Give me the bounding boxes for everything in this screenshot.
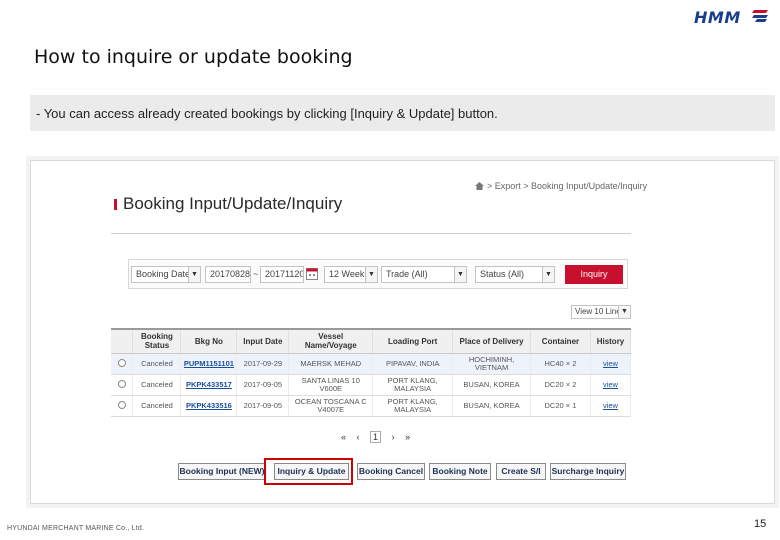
loading-port-cell: PIPAVAV, INDIA xyxy=(372,353,454,375)
prev-page-button[interactable]: ‹ xyxy=(357,432,360,442)
current-page-number[interactable]: 1 xyxy=(370,431,382,443)
chevron-down-icon: ▼ xyxy=(454,267,466,282)
hmm-logo: HMM xyxy=(692,5,772,27)
booking-note-button[interactable]: Booking Note xyxy=(429,463,491,480)
booking-status-cell: Canceled xyxy=(132,374,182,396)
period-value: 12 Weeks xyxy=(329,269,369,279)
container-cell: DC20 × 2 xyxy=(530,374,591,396)
rows-per-page-select[interactable]: View 10 Lines ▼ xyxy=(571,305,631,319)
chevron-down-icon: ▼ xyxy=(618,306,630,318)
trade-select[interactable]: Trade (All) ▼ xyxy=(381,266,467,283)
booking-cancel-button[interactable]: Booking Cancel xyxy=(357,463,425,480)
delivery-cell: BUSAN, KOREA xyxy=(452,374,531,396)
date-from-input[interactable]: 20170828 xyxy=(205,266,251,283)
bkg-no-link[interactable]: PKPK433517 xyxy=(186,380,232,389)
table-row[interactable]: Canceled PUPM1151101 2017-09-29 MAERSK M… xyxy=(111,353,632,375)
logo-text: HMM xyxy=(694,8,741,27)
date-type-value: Booking Date xyxy=(136,269,191,279)
date-type-select[interactable]: Booking Date ▼ xyxy=(131,266,201,283)
container-cell: HC40 × 2 xyxy=(530,353,591,375)
next-page-button[interactable]: › xyxy=(392,432,395,442)
period-select[interactable]: 12 Weeks ▼ xyxy=(324,266,378,283)
date-to-input[interactable]: 20171120 xyxy=(260,266,304,283)
booking-table: Booking Status Bkg No Input Date Vessel … xyxy=(111,328,632,417)
input-date-cell: 2017-09-05 xyxy=(236,374,290,396)
column-header-loading-port: Loading Port xyxy=(372,328,454,354)
description-box: - You can access already created booking… xyxy=(30,95,775,131)
first-page-button[interactable]: « xyxy=(341,432,346,442)
status-select[interactable]: Status (All) ▼ xyxy=(475,266,555,283)
calendar-icon[interactable] xyxy=(306,267,318,280)
booking-input-button[interactable]: Booking Input (NEW) xyxy=(178,463,266,480)
surcharge-inquiry-button[interactable]: Surcharge Inquiry xyxy=(550,463,626,480)
container-cell: DC20 × 1 xyxy=(530,395,591,417)
column-header-container: Container xyxy=(530,328,591,354)
home-icon[interactable] xyxy=(475,182,484,190)
page-title: Booking Input/Update/Inquiry xyxy=(123,194,343,213)
table-row[interactable]: Canceled PKPK433516 2017-09-05 OCEAN TOS… xyxy=(111,395,632,417)
bkg-no-link[interactable]: PKPK433516 xyxy=(186,401,232,410)
input-date-cell: 2017-09-29 xyxy=(236,353,290,375)
column-header-delivery: Place of Delivery xyxy=(452,328,531,354)
trade-value: Trade (All) xyxy=(386,269,428,279)
delivery-cell: BUSAN, KOREA xyxy=(452,395,531,417)
status-value: Status (All) xyxy=(480,269,525,279)
column-header-select xyxy=(111,328,134,354)
slide-title: How to inquire or update booking xyxy=(34,46,353,68)
booking-status-cell: Canceled xyxy=(132,353,182,375)
chevron-down-icon: ▼ xyxy=(188,267,200,282)
pagination: « ‹ 1 › » xyxy=(337,431,414,443)
booking-screen: > Export > Booking Input/Update/Inquiry … xyxy=(30,160,775,504)
history-view-link[interactable]: view xyxy=(603,380,618,389)
bkg-no-link[interactable]: PUPM1151101 xyxy=(184,359,234,368)
booking-status-cell: Canceled xyxy=(132,395,182,417)
last-page-button[interactable]: » xyxy=(405,432,410,442)
table-row[interactable]: Canceled PKPK433517 2017-09-05 SANTA LIN… xyxy=(111,374,632,396)
vessel-cell: SANTA LINAS 10 V600E xyxy=(288,374,374,396)
vessel-cell: OCEAN TOSCANA C V4007E xyxy=(288,395,374,417)
page-number: 15 xyxy=(754,518,767,530)
vessel-cell: MAERSK MEHAD xyxy=(288,353,374,375)
row-radio[interactable] xyxy=(117,400,126,409)
column-header-booking-status: Booking Status xyxy=(132,328,182,354)
history-view-link[interactable]: view xyxy=(603,359,618,368)
column-header-bkg-no: Bkg No xyxy=(180,328,238,354)
inquiry-update-highlight-box xyxy=(264,458,353,485)
column-header-vessel: Vessel Name/Voyage xyxy=(288,328,374,354)
loading-port-cell: PORT KLANG, MALAYSIA xyxy=(372,395,454,417)
input-date-cell: 2017-09-05 xyxy=(236,395,290,417)
search-filter-bar: Booking Date ▼ 20170828 ~ 20171120 12 We… xyxy=(128,259,628,289)
loading-port-cell: PORT KLANG, MALAYSIA xyxy=(372,374,454,396)
chevron-down-icon: ▼ xyxy=(365,267,377,282)
history-view-link[interactable]: view xyxy=(603,401,618,410)
create-si-button[interactable]: Create S/I xyxy=(496,463,546,480)
date-range-separator: ~ xyxy=(253,269,259,279)
description-text: - You can access already created booking… xyxy=(36,106,498,121)
column-header-input-date: Input Date xyxy=(236,328,290,354)
breadcrumb: > Export > Booking Input/Update/Inquiry xyxy=(475,181,647,191)
row-radio[interactable] xyxy=(117,358,126,367)
title-accent-bar xyxy=(114,199,117,210)
logo-mark-icon xyxy=(752,10,768,22)
footer-company: HYUNDAI MERCHANT MARINE Co., Ltd. xyxy=(7,525,145,532)
delivery-cell: HOCHIMINH, VIETNAM xyxy=(452,353,531,375)
breadcrumb-text: > Export > Booking Input/Update/Inquiry xyxy=(487,181,648,191)
column-header-history: History xyxy=(590,328,632,354)
row-radio[interactable] xyxy=(117,379,126,388)
title-divider xyxy=(111,233,631,234)
chevron-down-icon: ▼ xyxy=(542,267,554,282)
table-header-row: Booking Status Bkg No Input Date Vessel … xyxy=(111,328,632,354)
inquiry-button[interactable]: Inquiry xyxy=(565,265,623,284)
